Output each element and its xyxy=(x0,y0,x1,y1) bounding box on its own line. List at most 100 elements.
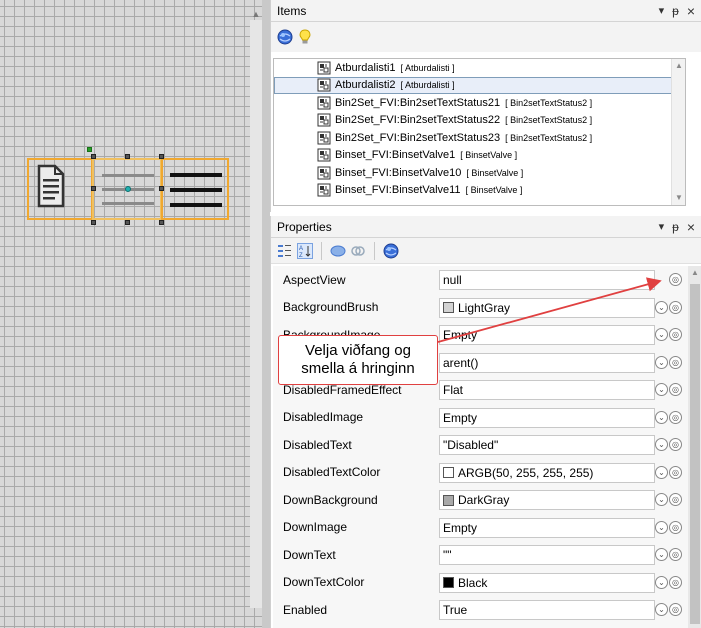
property-row[interactable]: DownTextColor Black ⌄ ◎ xyxy=(273,569,688,597)
select-target-icon[interactable]: ◎ xyxy=(669,300,682,314)
list-item[interactable]: Bin2Set_FVI:Bin2setTextStatus21 [ Bin2set… xyxy=(274,94,685,112)
expand-icon[interactable]: ⌄ xyxy=(655,548,668,561)
property-row[interactable]: BackgroundBrush LightGray ⌄ ◎ xyxy=(273,294,688,322)
property-row[interactable]: DownBackground DarkGray ⌄ ◎ xyxy=(273,486,688,514)
property-value[interactable]: ARGB(50, 255, 255, 255) xyxy=(439,462,655,483)
properties-icon[interactable] xyxy=(330,243,346,259)
list-item[interactable]: Atburdalisti1 [ Atburdalisti ] xyxy=(274,59,685,77)
property-row[interactable]: DisabledImage Empty ⌄ ◎ xyxy=(273,404,688,432)
property-value[interactable]: Empty xyxy=(439,517,655,538)
menu-icon-black[interactable] xyxy=(170,170,222,210)
property-value[interactable]: "Disabled" xyxy=(439,435,655,455)
resize-handle-tm[interactable] xyxy=(125,154,130,159)
globe-icon[interactable] xyxy=(383,243,399,259)
list-item[interactable]: Atburdalisti2 [ Atburdalisti ] xyxy=(274,76,685,94)
select-target-icon[interactable]: ◎ xyxy=(669,273,682,286)
select-target-icon[interactable]: ◎ xyxy=(669,465,682,479)
select-target-icon[interactable]: ◎ xyxy=(669,328,682,341)
property-row[interactable]: Enabled True ⌄ ◎ xyxy=(273,596,688,624)
scroll-up-icon[interactable]: ▲ xyxy=(250,8,262,20)
expand-icon[interactable]: ⌄ xyxy=(655,493,668,506)
expand-icon[interactable]: ⌄ xyxy=(655,520,668,534)
resize-handle-tr[interactable] xyxy=(159,154,164,159)
item-type: [ Bin2setTextStatus2 ] xyxy=(505,97,593,108)
callout-line-2: smella á hringinn xyxy=(301,360,415,377)
item-name: Atburdalisti2 xyxy=(335,79,396,92)
resize-handle-mr[interactable] xyxy=(159,186,164,191)
select-target-icon[interactable]: ◎ xyxy=(669,575,682,589)
scroll-down-icon[interactable]: ▼ xyxy=(672,191,685,205)
select-target-icon[interactable]: ◎ xyxy=(669,438,682,451)
expand-icon[interactable]: ⌄ xyxy=(655,300,668,314)
designer-canvas[interactable] xyxy=(0,0,262,628)
lightbulb-icon[interactable] xyxy=(297,29,313,45)
list-item[interactable]: Binset_FVI:BinsetValve10 [ BinsetValve ] xyxy=(274,164,685,182)
rotate-handle[interactable] xyxy=(87,147,92,152)
property-row[interactable]: DownImage Empty ⌄ ◎ xyxy=(273,514,688,542)
select-target-icon[interactable]: ◎ xyxy=(669,520,682,534)
item-type: [ BinsetValve ] xyxy=(466,167,524,178)
select-target-icon[interactable]: ◎ xyxy=(669,548,682,561)
resize-handle-tl[interactable] xyxy=(91,154,96,159)
expand-icon[interactable]: ⌄ xyxy=(655,603,668,616)
expand-icon[interactable]: ⌄ xyxy=(655,438,668,451)
property-value[interactable]: True xyxy=(439,600,655,620)
dropdown-icon[interactable]: ▾ xyxy=(659,220,665,233)
list-item[interactable]: Bin2Set_FVI:Bin2setTextStatus22 [ Bin2set… xyxy=(274,112,685,130)
select-target-icon[interactable]: ◎ xyxy=(669,383,682,396)
item-type: [ Bin2setTextStatus2 ] xyxy=(505,132,593,143)
globe-icon[interactable] xyxy=(277,29,293,45)
expand-icon[interactable]: ⌄ xyxy=(655,355,668,369)
property-value[interactable]: Flat xyxy=(439,380,655,400)
property-name: DisabledImage xyxy=(283,410,364,425)
property-value[interactable]: Empty xyxy=(439,325,655,345)
items-list[interactable]: Atburdalisti1[ Atburdalisti ] Atburdalist… xyxy=(273,58,686,206)
pin-icon[interactable]: ᵽ xyxy=(672,4,679,18)
select-target-icon[interactable]: ◎ xyxy=(669,355,682,369)
scroll-up-icon[interactable]: ▲ xyxy=(672,59,685,73)
list-item[interactable]: Bin2Set_FVI:Bin2setTextStatus23 [ Bin2set… xyxy=(274,129,685,147)
properties-scrollbar[interactable]: ▲ xyxy=(688,266,701,628)
property-value[interactable]: Empty xyxy=(439,407,655,428)
property-value[interactable]: DarkGray xyxy=(439,490,655,510)
select-target-icon[interactable]: ◎ xyxy=(669,410,682,424)
property-value-text: Flat xyxy=(443,383,464,397)
close-icon[interactable]: × xyxy=(687,219,695,235)
property-grid[interactable]: AspectView null ◎ BackgroundBrush LightGray ⌄… xyxy=(273,266,688,628)
scrollbar-thumb[interactable] xyxy=(690,284,700,624)
expand-icon[interactable]: ⌄ xyxy=(655,383,668,396)
resize-handle-bm[interactable] xyxy=(125,220,130,225)
alphabetical-icon[interactable]: AZ xyxy=(297,242,313,259)
property-row[interactable]: DisabledTextColor ARGB(50, 255, 255, 255)… xyxy=(273,459,688,487)
dropdown-icon[interactable]: ▾ xyxy=(659,4,665,17)
property-value[interactable]: null xyxy=(439,270,655,290)
center-handle[interactable] xyxy=(125,186,131,192)
property-row[interactable]: DisabledText "Disabled" ⌄ ◎ xyxy=(273,431,688,459)
scroll-up-icon[interactable]: ▲ xyxy=(688,266,701,280)
expand-icon[interactable]: ⌄ xyxy=(655,410,668,424)
categorized-icon[interactable] xyxy=(277,243,293,259)
expand-icon[interactable]: ⌄ xyxy=(655,465,668,479)
items-scrollbar[interactable]: ▲ ▼ xyxy=(671,59,685,205)
list-item[interactable]: Binset_FVI:BinsetValve11 [ BinsetValve ] xyxy=(274,182,685,200)
close-icon[interactable]: × xyxy=(687,3,695,19)
property-value[interactable]: "" xyxy=(439,545,655,565)
property-value[interactable]: LightGray xyxy=(439,297,655,318)
events-icon[interactable] xyxy=(350,243,366,259)
resize-handle-br[interactable] xyxy=(159,220,164,225)
canvas-scrollbar[interactable] xyxy=(250,20,262,608)
expand-icon[interactable]: ⌄ xyxy=(655,328,668,341)
toolbar-separator xyxy=(374,241,375,260)
expand-icon[interactable]: ⌄ xyxy=(655,575,668,589)
list-item[interactable]: Binset_FVI:BinsetValve1 [ BinsetValve ] xyxy=(274,147,685,165)
resize-handle-ml[interactable] xyxy=(91,186,96,191)
property-row[interactable]: AspectView null ◎ xyxy=(273,266,688,294)
select-target-icon[interactable]: ◎ xyxy=(669,493,682,506)
pin-icon[interactable]: ᵽ xyxy=(672,220,679,234)
property-row[interactable]: DownText "" ⌄ ◎ xyxy=(273,541,688,569)
panel-splitter[interactable] xyxy=(262,0,270,628)
property-value[interactable]: Black xyxy=(439,572,655,593)
resize-handle-bl[interactable] xyxy=(91,220,96,225)
select-target-icon[interactable]: ◎ xyxy=(669,603,682,616)
property-value[interactable]: arent() xyxy=(439,352,655,373)
